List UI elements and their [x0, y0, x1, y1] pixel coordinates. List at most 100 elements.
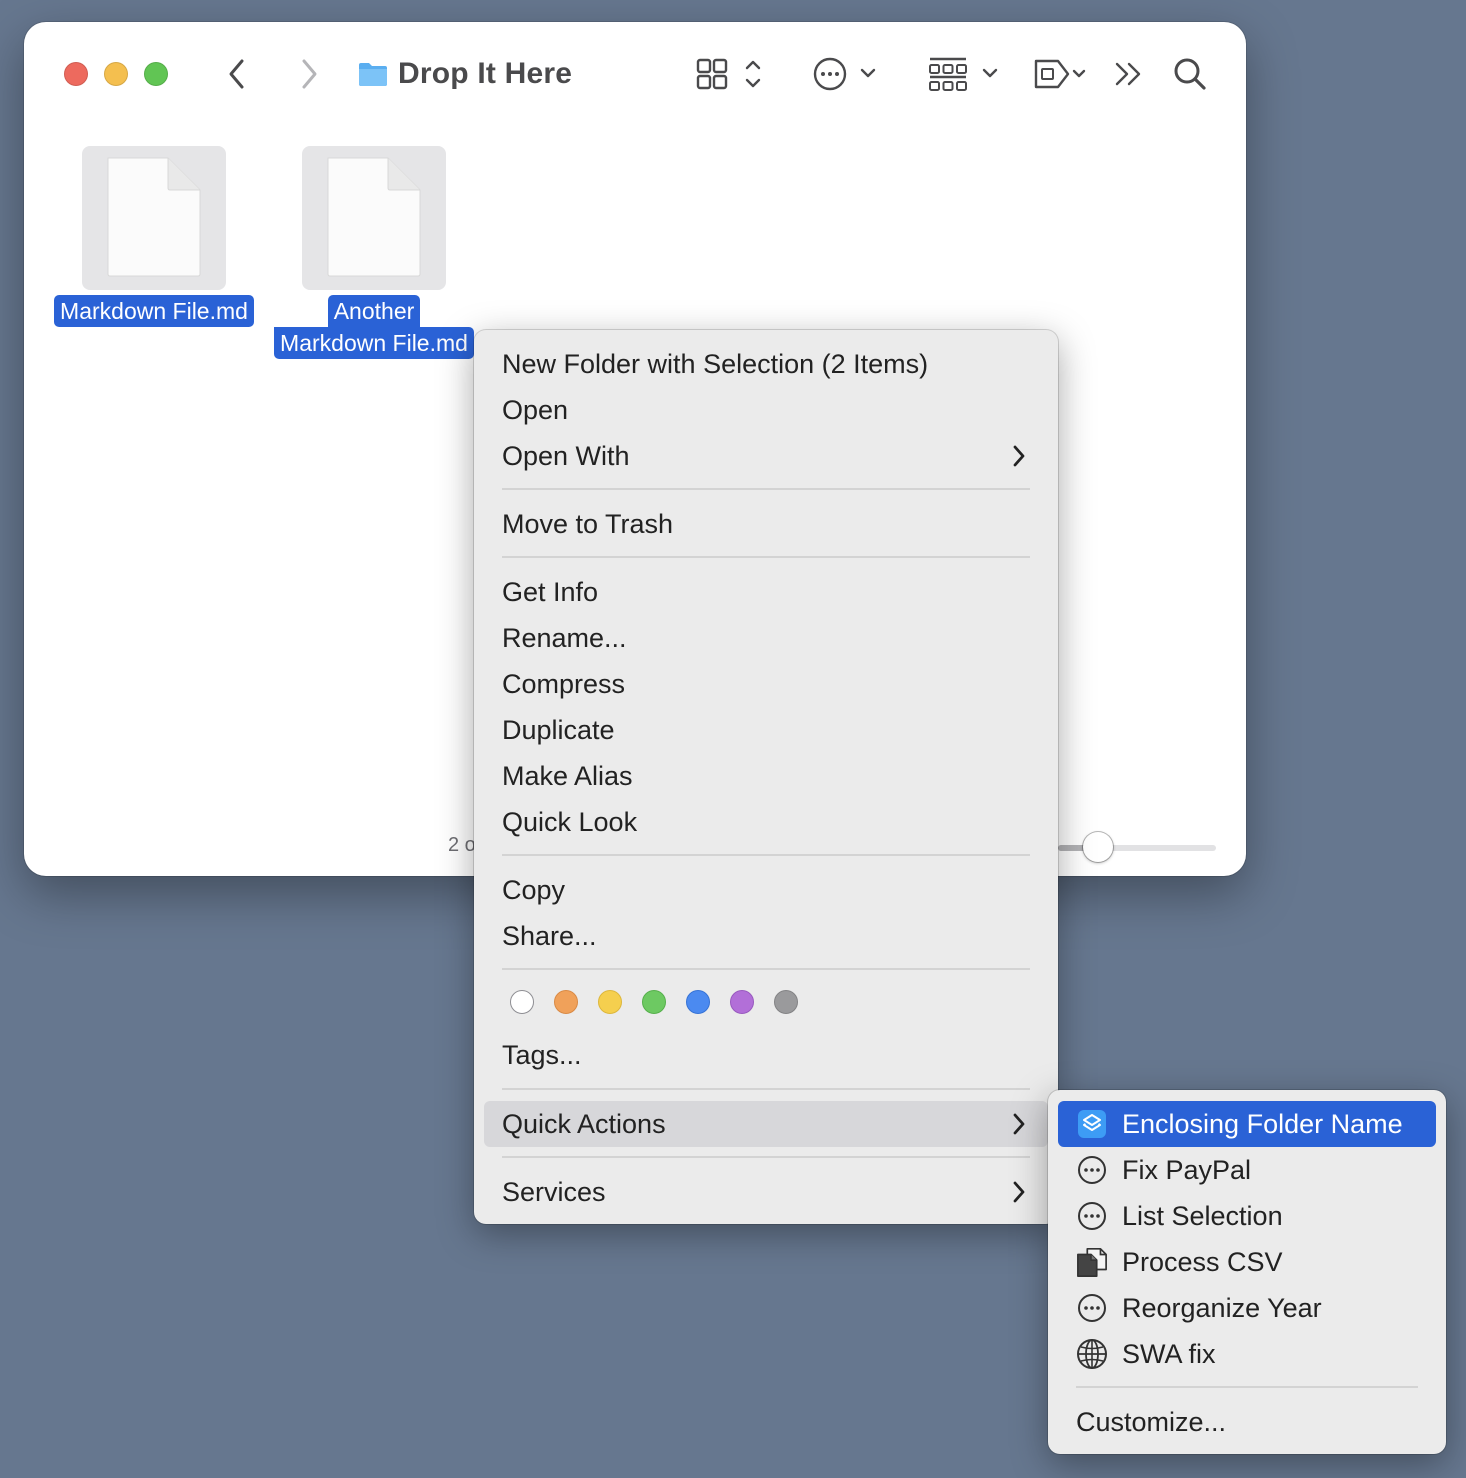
- quick-action-label: Process CSV: [1122, 1246, 1283, 1277]
- file-name[interactable]: Markdown File.md: [44, 295, 264, 327]
- quick-action-reorganize-year[interactable]: Reorganize Year: [1058, 1285, 1436, 1331]
- window-title: Drop It Here: [358, 52, 572, 96]
- menu-item-get-info[interactable]: Get Info: [484, 569, 1048, 615]
- menu-separator: [502, 968, 1030, 970]
- quick-action-label: Fix PayPal: [1122, 1154, 1252, 1185]
- close-button[interactable]: [64, 62, 88, 86]
- back-chevron-icon: [229, 59, 244, 89]
- tag-color-none[interactable]: [510, 990, 534, 1014]
- more-toolbar-button[interactable]: [1112, 52, 1146, 96]
- globe-icon: [1076, 1338, 1108, 1370]
- tag-color-purple[interactable]: [730, 990, 754, 1014]
- document-icon: [327, 157, 421, 277]
- menu-item-label: Share...: [502, 920, 597, 951]
- group-button[interactable]: [926, 52, 1002, 96]
- menu-separator: [502, 1088, 1030, 1090]
- file-name-line: Markdown File.md: [54, 295, 254, 327]
- search-icon: [1174, 58, 1206, 90]
- quick-action-label: Reorganize Year: [1122, 1292, 1322, 1323]
- menu-item-quick-look[interactable]: Quick Look: [484, 799, 1048, 845]
- more-toolbar-icon: [1115, 62, 1141, 86]
- menu-separator: [1076, 1386, 1418, 1388]
- menu-item-label: Move to Trash: [502, 508, 674, 539]
- file-thumbnail[interactable]: [82, 146, 226, 290]
- forward-chevron-icon: [302, 59, 317, 89]
- quick-action-enclosing-folder-name[interactable]: Enclosing Folder Name: [1058, 1101, 1436, 1147]
- menu-item-services[interactable]: Services: [484, 1169, 1048, 1215]
- tag-color-orange[interactable]: [554, 990, 578, 1014]
- icon-size-slider-knob[interactable]: [1083, 832, 1113, 862]
- quick-action-label: SWA fix: [1122, 1338, 1216, 1369]
- menu-item-open[interactable]: Open: [484, 387, 1048, 433]
- menu-item-make-alias[interactable]: Make Alias: [484, 753, 1048, 799]
- menu-item-label: New Folder with Selection (2 Items): [502, 348, 929, 379]
- menu-item-move-to-trash[interactable]: Move to Trash: [484, 501, 1048, 547]
- ellipsis-circle-icon: [1076, 1154, 1108, 1186]
- folder-icon: [359, 63, 387, 86]
- ellipsis-circle-icon: [1076, 1292, 1108, 1324]
- menu-item-label: Quick Actions: [502, 1108, 666, 1139]
- quick-actions-customize[interactable]: Customize...: [1058, 1399, 1436, 1445]
- menu-item-label: Services: [502, 1176, 606, 1207]
- quick-actions-customize-label: Customize...: [1076, 1406, 1227, 1437]
- menu-item-open-with[interactable]: Open With: [484, 433, 1048, 479]
- window-title-label: Drop It Here: [398, 57, 573, 90]
- menu-item-label: Get Info: [502, 576, 599, 607]
- submenu-chevron-icon: [1013, 1181, 1025, 1203]
- file-thumbnail[interactable]: [302, 146, 446, 290]
- submenu-chevron-icon: [1013, 1113, 1025, 1135]
- shortcuts-icon: [1076, 1108, 1108, 1140]
- file-name-line: Markdown File.md: [274, 327, 474, 359]
- file-name-line: Another: [327, 295, 421, 327]
- quick-action-list-selection[interactable]: List Selection: [1058, 1193, 1436, 1239]
- tag-color-yellow[interactable]: [598, 990, 622, 1014]
- document-icon: [107, 157, 201, 277]
- menu-separator: [502, 854, 1030, 856]
- menu-item-label: Open: [502, 394, 569, 425]
- menu-item-tags[interactable]: Tags...: [484, 1032, 1048, 1078]
- menu-item-new-folder-with-selection[interactable]: New Folder with Selection (2 Items): [484, 341, 1048, 387]
- menu-item-rename[interactable]: Rename...: [484, 615, 1048, 661]
- tag-color-gray[interactable]: [774, 990, 798, 1014]
- tag-color-row: [510, 990, 798, 1014]
- submenu-chevron-icon: [1013, 445, 1025, 467]
- minimize-button[interactable]: [104, 62, 128, 86]
- tag-icon: [1034, 59, 1086, 89]
- ellipsis-circle-icon: [1076, 1200, 1108, 1232]
- menu-item-label: Rename...: [502, 622, 627, 653]
- quick-actions-submenu: Enclosing Folder Name Fix PayPal List Se…: [1048, 1090, 1446, 1454]
- back-button[interactable]: [222, 52, 252, 96]
- action-button[interactable]: [810, 52, 882, 96]
- menu-item-label: Duplicate: [502, 714, 615, 745]
- menu-item-compress[interactable]: Compress: [484, 661, 1048, 707]
- quick-action-process-csv[interactable]: Process CSV: [1058, 1239, 1436, 1285]
- menu-item-label: Tags...: [502, 1039, 582, 1070]
- icon-size-slider-track[interactable]: [1058, 845, 1216, 851]
- view-mode-button[interactable]: [694, 52, 764, 96]
- tag-color-blue[interactable]: [686, 990, 710, 1014]
- menu-item-share[interactable]: Share...: [484, 913, 1048, 959]
- quick-action-label: Enclosing Folder Name: [1122, 1108, 1403, 1139]
- menu-item-quick-actions[interactable]: Quick Actions: [484, 1101, 1048, 1147]
- action-ellipsis-icon: [813, 57, 876, 91]
- menu-item-label: Open With: [502, 440, 630, 471]
- menu-separator: [502, 556, 1030, 558]
- menu-item-label: Copy: [502, 874, 566, 905]
- quick-action-swa-fix[interactable]: SWA fix: [1058, 1331, 1436, 1377]
- forward-button[interactable]: [294, 52, 324, 96]
- quick-action-fix-paypal[interactable]: Fix PayPal: [1058, 1147, 1436, 1193]
- file-name[interactable]: Another Markdown File.md: [264, 295, 484, 359]
- menu-item-duplicate[interactable]: Duplicate: [484, 707, 1048, 753]
- tag-button[interactable]: [1032, 52, 1092, 96]
- tag-color-green[interactable]: [642, 990, 666, 1014]
- menu-item-label: Quick Look: [502, 806, 638, 837]
- menu-item-copy[interactable]: Copy: [484, 867, 1048, 913]
- quick-action-label: List Selection: [1122, 1200, 1283, 1231]
- menu-separator: [502, 1156, 1030, 1158]
- zoom-button[interactable]: [144, 62, 168, 86]
- group-by-icon: [929, 57, 998, 91]
- menu-item-label: Make Alias: [502, 760, 633, 791]
- search-button[interactable]: [1170, 52, 1210, 96]
- menu-separator: [502, 488, 1030, 490]
- status-bar-text: 2 o: [448, 834, 476, 856]
